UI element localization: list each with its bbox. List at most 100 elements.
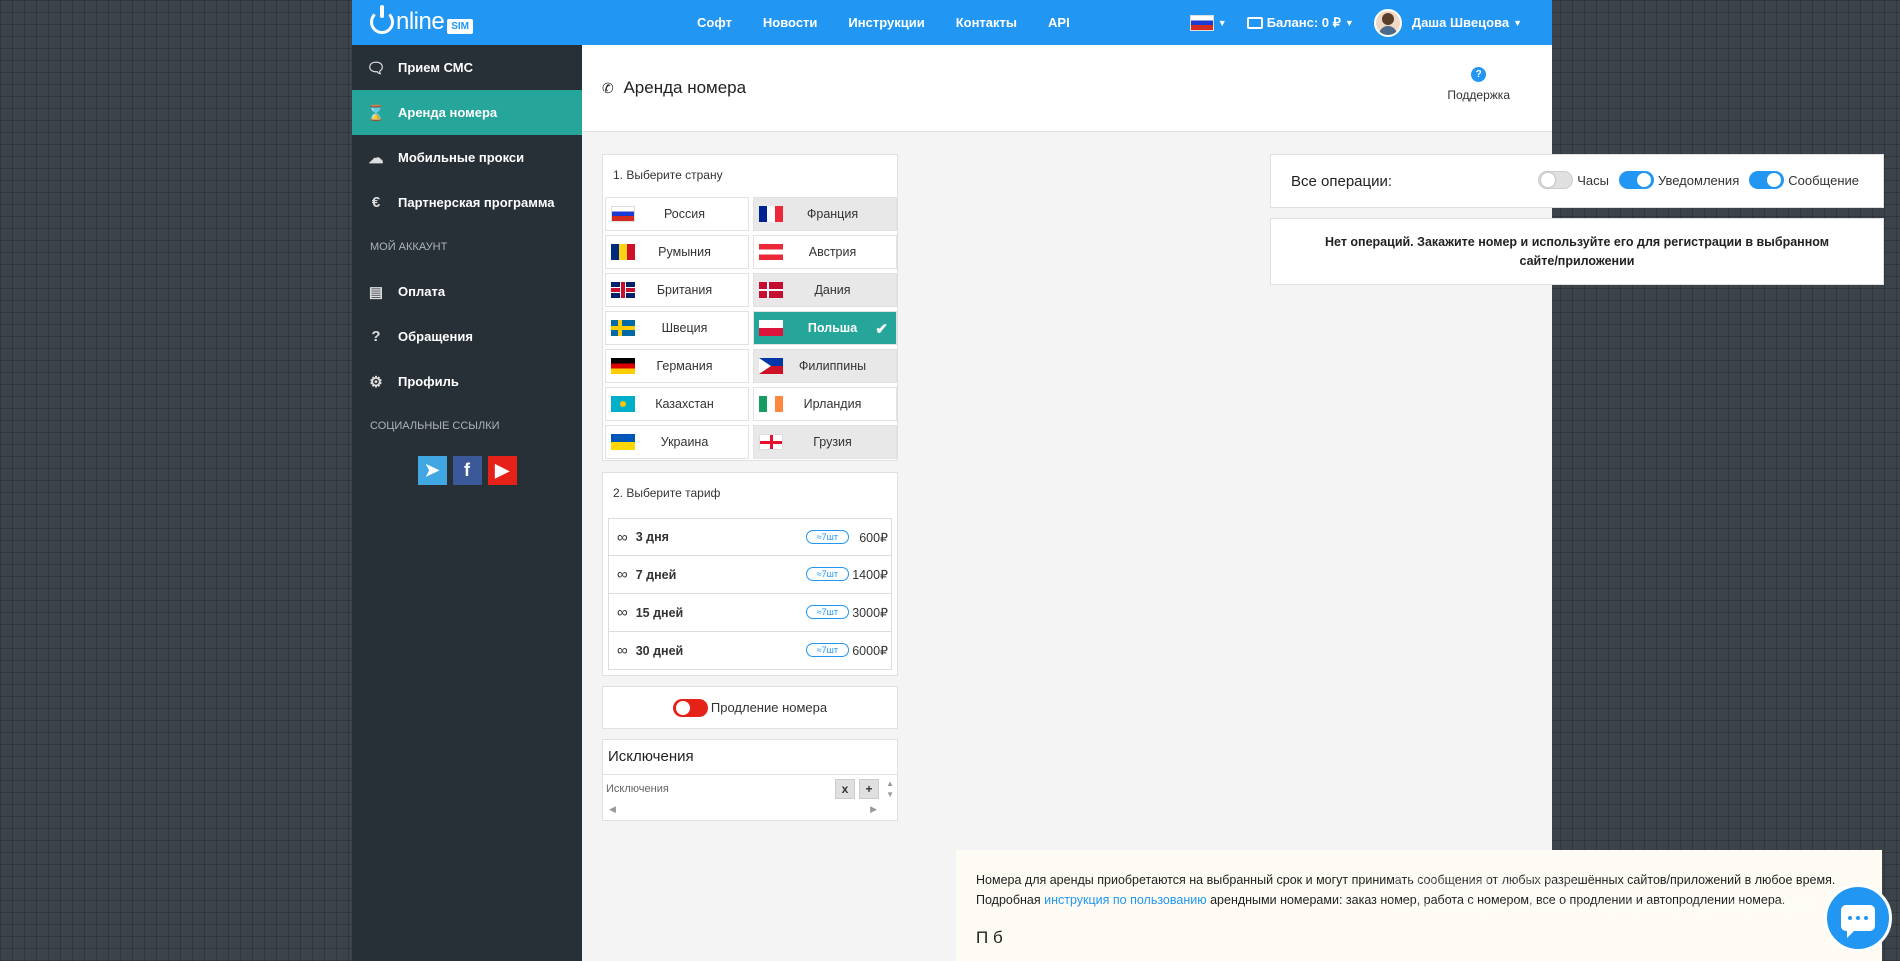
country-option[interactable]: Германия: [605, 349, 749, 383]
renewal-panel: Продление номера: [602, 686, 898, 729]
country-option[interactable]: Филиппины: [753, 349, 897, 383]
tariff-period: 15 дней: [635, 605, 684, 620]
tariff-option[interactable]: ∞ 15 дней ≈7шт 3000₽: [608, 594, 892, 632]
se-flag-icon: [611, 320, 635, 336]
country-option[interactable]: Швеция: [605, 311, 749, 345]
ie-flag-icon: [759, 396, 783, 412]
notifications-toggle[interactable]: [1618, 171, 1654, 189]
empty-operations-message: Нет операций. Закажите номер и используй…: [1270, 218, 1884, 285]
toggle-message[interactable]: Сообщение: [1749, 171, 1859, 189]
toggle-label: Часы: [1577, 172, 1609, 188]
operations-panel: Все операции: Часы Уведомления Сообщение: [1270, 154, 1884, 208]
country-name: Германия: [656, 359, 713, 373]
clock-toggle[interactable]: [1538, 171, 1574, 189]
country-option[interactable]: Украина: [605, 425, 749, 459]
country-name: Ирландия: [803, 397, 862, 411]
toggle-label: Уведомления: [1657, 172, 1740, 188]
exclusions-clear-button[interactable]: x: [835, 779, 855, 799]
info-heading: П б: [976, 928, 1003, 947]
country-name: Украина: [660, 435, 709, 449]
country-panel: 1. Выберите страну Россия Франция Румыния А…: [602, 154, 898, 461]
country-name: Дания: [814, 283, 851, 297]
country-option[interactable]: Казахстан: [605, 387, 749, 421]
watermark-title: Активация Windows: [1392, 872, 1577, 894]
renewal-label: Продление номера: [710, 700, 828, 715]
instructions-link[interactable]: инструкция по пользованию: [1044, 893, 1206, 907]
country-option[interactable]: Ирландия: [753, 387, 897, 421]
de-flag-icon: [611, 358, 635, 374]
watermark-subtitle: Чтобы активировать Windows, перейдите в …: [1392, 897, 1815, 913]
check-icon: ✔: [875, 321, 888, 338]
info-line-2-prefix: Подробная: [976, 893, 1045, 907]
country-name: Румыния: [658, 245, 711, 259]
chat-button[interactable]: [1824, 884, 1892, 952]
scroll-left-icon[interactable]: ◀: [609, 804, 616, 818]
country-name: Россия: [664, 207, 705, 221]
country-name: Франция: [806, 207, 859, 221]
country-name: Австрия: [808, 245, 857, 259]
pl-flag-icon: [759, 320, 783, 336]
operations-label: Все операции:: [1291, 173, 1393, 190]
operations-toggles: Часы Уведомления Сообщение: [1528, 171, 1859, 189]
fr-flag-icon: [759, 206, 783, 222]
country-option[interactable]: Грузия: [753, 425, 897, 459]
tariff-panel: 2. Выберите тариф ∞ 3 дня ≈7шт 600₽ ∞ 7 дней ≈…: [602, 472, 898, 676]
country-name: Британия: [656, 283, 713, 297]
gb-flag-icon: [611, 282, 635, 298]
country-option[interactable]: Польша ✔: [753, 311, 897, 345]
infinity-icon: ∞: [617, 566, 628, 583]
country-option[interactable]: Дания: [753, 273, 897, 307]
tariff-option[interactable]: ∞ 3 дня ≈7шт 600₽: [608, 518, 892, 556]
renewal-toggle[interactable]: [672, 698, 708, 717]
country-option[interactable]: Румыния: [605, 235, 749, 269]
tariff-period: 7 дней: [635, 567, 677, 582]
tariff-list: ∞ 3 дня ≈7шт 600₽ ∞ 7 дней ≈7шт 1400₽ ∞ 15 дней ≈7…: [608, 518, 892, 670]
tariff-option[interactable]: ∞ 7 дней ≈7шт 1400₽: [608, 556, 892, 594]
tariff-stock-badge: ≈7шт: [805, 530, 849, 544]
toggle-notifications[interactable]: Уведомления: [1618, 171, 1740, 189]
tariff-price: 600₽: [859, 531, 888, 545]
toggle-label: Сообщение: [1788, 172, 1859, 188]
country-name: Грузия: [813, 435, 852, 449]
tariff-stock-badge: ≈7шт: [805, 567, 849, 581]
exclusions-add-button[interactable]: +: [859, 779, 879, 799]
toggle-clock[interactable]: Часы: [1538, 171, 1609, 189]
tariff-panel-title: 2. Выберите тариф: [613, 486, 721, 500]
tariff-period: 3 дня: [635, 530, 669, 544]
at-flag-icon: [759, 244, 783, 260]
content-area: 1. Выберите страну Россия Франция Румыния А…: [352, 0, 1884, 961]
country-name: Швеция: [661, 321, 708, 335]
tariff-price: 1400₽: [852, 568, 888, 582]
ge-flag-icon: [759, 434, 783, 450]
tariff-price: 3000₽: [852, 606, 888, 620]
ua-flag-icon: [611, 434, 635, 450]
country-name: Казахстан: [655, 397, 714, 411]
tariff-price: 6000₽: [852, 644, 888, 658]
country-option[interactable]: Россия: [605, 197, 749, 231]
country-name: Филиппины: [798, 359, 867, 373]
kz-flag-icon: [611, 396, 635, 412]
infinity-icon: ∞: [617, 642, 628, 659]
infinity-icon: ∞: [617, 528, 628, 546]
message-toggle[interactable]: [1749, 171, 1785, 189]
ph-flag-icon: [759, 358, 783, 374]
country-grid: Россия Франция Румыния Австрия Британия Дания…: [605, 197, 897, 459]
tariff-stock-badge: ≈7шт: [805, 605, 849, 619]
exclusions-vertical-scrollbar[interactable]: ▲ ▼: [886, 778, 894, 800]
exclusions-input[interactable]: [603, 777, 831, 801]
infinity-icon: ∞: [617, 604, 628, 621]
windows-activation-watermark: Активация Windows Чтобы активировать Win…: [1392, 872, 1815, 913]
tariff-option[interactable]: ∞ 30 дней ≈7шт 6000₽: [608, 632, 892, 670]
country-option[interactable]: Франция: [753, 197, 897, 231]
ro-flag-icon: [611, 244, 635, 260]
country-option[interactable]: Австрия: [753, 235, 897, 269]
country-option[interactable]: Британия: [605, 273, 749, 307]
chat-icon: [1841, 905, 1875, 938]
scroll-right-icon[interactable]: ▶: [870, 804, 877, 818]
ru-flag-icon: [611, 206, 635, 222]
exclusions-title: Исключения: [603, 740, 897, 775]
country-panel-title: 1. Выберите страну: [613, 168, 723, 182]
exclusions-horizontal-scrollbar[interactable]: ◀ ▶: [603, 804, 883, 818]
tariff-stock-badge: ≈7шт: [805, 643, 849, 657]
exclusions-row: x +: [603, 776, 897, 802]
